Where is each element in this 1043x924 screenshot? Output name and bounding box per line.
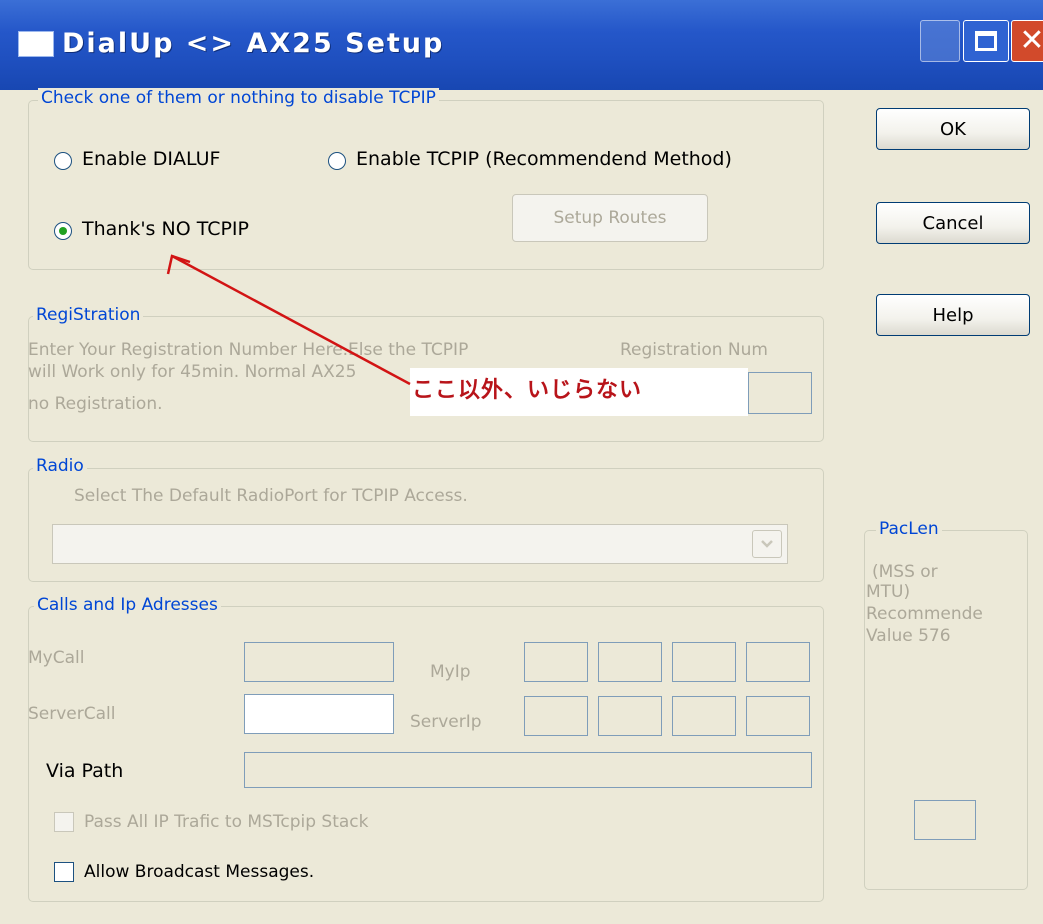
pass-all-checkbox[interactable] (54, 812, 74, 832)
myip-label: MyIp (430, 662, 471, 682)
serverip-field-3[interactable] (672, 696, 736, 736)
calls-legend: Calls and Ip Adresses (34, 595, 221, 615)
myip-field-4[interactable] (746, 642, 810, 682)
chevron-down-icon[interactable] (752, 530, 782, 558)
allow-broadcast-label: Allow Broadcast Messages. (84, 862, 315, 882)
myip-field-1[interactable] (524, 642, 588, 682)
radioport-dropdown[interactable] (52, 524, 788, 564)
via-path-field[interactable] (244, 752, 812, 788)
myip-field-3[interactable] (672, 642, 736, 682)
paclen-field[interactable] (914, 800, 976, 840)
serverip-label: ServerIp (410, 712, 482, 732)
paclen-text-1: (MSS or (872, 562, 938, 582)
pass-all-label: Pass All IP Trafic to MSTcpip Stack (84, 812, 369, 832)
radio-legend: Radio (33, 456, 87, 476)
paclen-text-3: Recommende (866, 604, 983, 624)
allow-broadcast-checkbox[interactable] (54, 862, 74, 882)
serverip-field-2[interactable] (598, 696, 662, 736)
paclen-legend: PacLen (876, 519, 942, 539)
paclen-text-2: MTU) (866, 582, 911, 602)
servercall-field[interactable] (244, 694, 394, 734)
radio-caption: Select The Default RadioPort for TCPIP A… (74, 486, 468, 506)
serverip-field-1[interactable] (524, 696, 588, 736)
mycall-label: MyCall (28, 648, 85, 668)
mycall-field[interactable] (244, 642, 394, 682)
myip-field-2[interactable] (598, 642, 662, 682)
paclen-text-4: Value 576 (866, 626, 951, 646)
serverip-field-4[interactable] (746, 696, 810, 736)
servercall-label: ServerCall (28, 704, 116, 724)
via-path-label: Via Path (46, 760, 124, 782)
